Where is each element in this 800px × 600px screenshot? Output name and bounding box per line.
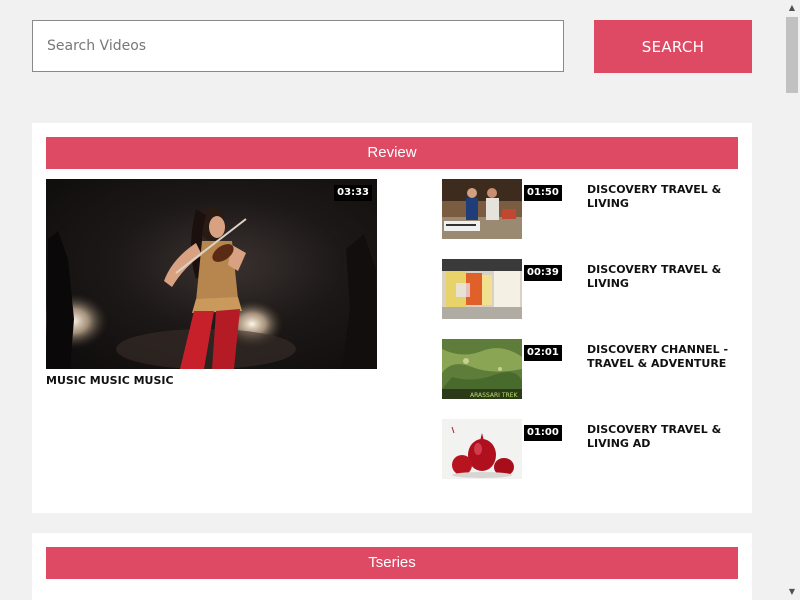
video-duration: 01:00: [524, 425, 562, 441]
featured-video-thumbnail[interactable]: 03:33: [46, 179, 377, 369]
aerial-landscape-image: ARASSARI TREK: [442, 339, 522, 399]
cooking-show-image: [442, 179, 522, 239]
video-thumbnail[interactable]: [442, 419, 522, 479]
video-duration: 00:39: [524, 265, 562, 281]
video-list-item[interactable]: ARASSARI TREK 02:01 DISCOVERY CHANNEL - …: [442, 339, 742, 401]
search-button[interactable]: SEARCH: [594, 20, 752, 73]
review-section: Review 03:33 MUSIC MUSIC MUSIC 01:50 DIS…: [32, 123, 752, 513]
video-list-item[interactable]: 01:50 DISCOVERY TRAVEL & LIVING: [442, 179, 742, 241]
video-thumbnail[interactable]: ARASSARI TREK: [442, 339, 522, 399]
scroll-up-arrow-icon[interactable]: ▲: [784, 0, 800, 16]
search-input[interactable]: [32, 20, 564, 72]
video-title[interactable]: DISCOVERY TRAVEL & LIVING: [587, 263, 737, 291]
video-title[interactable]: DISCOVERY TRAVEL & LIVING: [587, 183, 737, 211]
thumb-caption: ARASSARI TREK: [470, 392, 518, 399]
video-duration: 02:01: [524, 345, 562, 361]
page: SEARCH Review: [0, 0, 784, 600]
video-duration: 01:50: [524, 185, 562, 201]
vertical-scrollbar[interactable]: ▲ ▼: [784, 0, 800, 600]
video-list-item[interactable]: 00:39 DISCOVERY TRAVEL & LIVING: [442, 259, 742, 321]
video-thumbnail[interactable]: [442, 179, 522, 239]
video-list-item[interactable]: 01:00 DISCOVERY TRAVEL & LIVING AD: [442, 419, 742, 481]
violinist-image: [46, 207, 377, 369]
video-thumbnail[interactable]: [442, 259, 522, 319]
tseries-section: Tseries: [32, 533, 752, 600]
red-onions-image: [442, 419, 522, 479]
section-header-review[interactable]: Review: [46, 137, 738, 169]
video-title[interactable]: DISCOVERY TRAVEL & LIVING AD: [587, 423, 737, 451]
blurry-corn-image: [442, 259, 522, 319]
scroll-down-arrow-icon[interactable]: ▼: [784, 584, 800, 600]
featured-video-duration: 03:33: [334, 185, 372, 201]
section-header-tseries[interactable]: Tseries: [46, 547, 738, 579]
video-title[interactable]: DISCOVERY CHANNEL - TRAVEL & ADVENTURE: [587, 343, 737, 371]
scrollbar-thumb[interactable]: [786, 17, 798, 93]
featured-video-title[interactable]: MUSIC MUSIC MUSIC: [46, 374, 174, 387]
